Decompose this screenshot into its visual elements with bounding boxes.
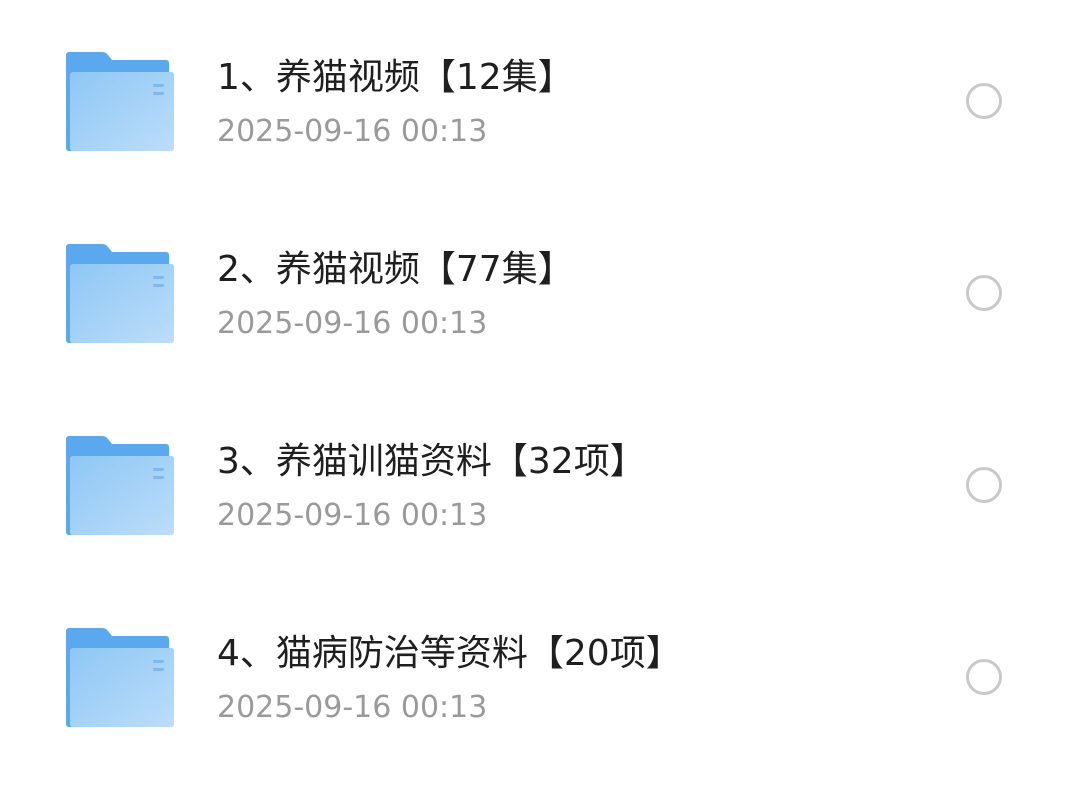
file-name: 4、猫病防治等资料【20项】	[217, 633, 682, 674]
file-modified-time: 2025-09-16 00:13	[217, 306, 488, 341]
select-radio-button[interactable]	[966, 467, 1002, 503]
file-modified-time: 2025-09-16 00:13	[217, 114, 488, 149]
file-modified-time: 2025-09-16 00:13	[217, 498, 488, 533]
file-row[interactable]: 3、养猫训猫资料【32项】 2025-09-16 00:13	[0, 384, 1080, 576]
file-list: 1、养猫视频【12集】 2025-09-16 00:13 2、养猫视频【77集】…	[0, 0, 1080, 791]
folder-icon	[66, 628, 174, 728]
file-name: 2、养猫视频【77集】	[217, 249, 574, 290]
file-modified-time: 2025-09-16 00:13	[217, 690, 488, 725]
folder-icon	[66, 244, 174, 344]
file-name: 3、养猫训猫资料【32项】	[217, 441, 646, 482]
folder-icon	[66, 52, 174, 152]
file-row[interactable]: 4、猫病防治等资料【20项】 2025-09-16 00:13	[0, 576, 1080, 768]
select-radio-button[interactable]	[966, 83, 1002, 119]
select-radio-button[interactable]	[966, 275, 1002, 311]
file-name: 1、养猫视频【12集】	[217, 57, 574, 98]
select-radio-button[interactable]	[966, 659, 1002, 695]
file-row[interactable]: 1、养猫视频【12集】 2025-09-16 00:13	[0, 0, 1080, 192]
folder-icon	[66, 436, 174, 536]
file-row[interactable]: 2、养猫视频【77集】 2025-09-16 00:13	[0, 192, 1080, 384]
